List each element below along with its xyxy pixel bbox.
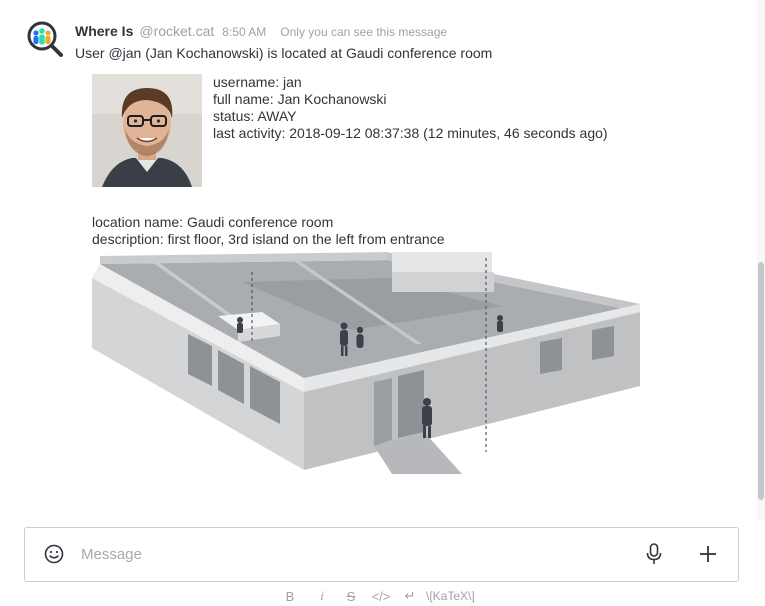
user-fields: username: jan full name: Jan Kochanowski… — [213, 74, 608, 142]
private-notice: Only you can see this message — [280, 25, 448, 39]
message-author[interactable]: Where Is — [75, 23, 133, 39]
message-body: User @jan (Jan Kochanowski) is located a… — [75, 45, 493, 61]
message-time: 8:50 AM — [222, 25, 267, 39]
message-input[interactable] — [81, 540, 621, 568]
code-button[interactable]: </> — [370, 587, 392, 605]
location-name: location name: Gaudi conference room — [92, 214, 334, 230]
scrollbar-thumb[interactable] — [758, 262, 764, 500]
smiley-icon[interactable] — [43, 543, 65, 565]
strike-button[interactable]: S — [340, 587, 362, 605]
location-description: description: first floor, 3rd island on … — [92, 231, 445, 247]
bot-avatar-magnifier-icon[interactable] — [26, 20, 64, 58]
microphone-icon[interactable] — [643, 542, 665, 566]
location-info: location name: Gaudi conference room des… — [92, 214, 445, 248]
field-status: status: AWAY — [213, 108, 297, 124]
field-last-activity: last activity: 2018-09-12 08:37:38 (12 m… — [213, 125, 608, 141]
floor-plan-image[interactable] — [92, 252, 648, 474]
italic-button[interactable]: i — [310, 587, 334, 605]
message-feed: Where Is @rocket.cat 8:50 AM Only you ca… — [0, 0, 757, 520]
message-handle[interactable]: @rocket.cat — [139, 23, 214, 39]
bold-button[interactable]: B — [280, 587, 300, 605]
katex-link[interactable]: \[KaTeX\] — [426, 587, 475, 605]
user-photo — [92, 74, 202, 187]
feed-scrollbar[interactable] — [757, 0, 765, 520]
plus-icon[interactable] — [697, 543, 719, 565]
formatting-toolbar: B i S </> ↵ \[KaTeX\] — [280, 587, 475, 605]
field-username: username: jan — [213, 74, 302, 90]
message-header: Where Is @rocket.cat 8:50 AM Only you ca… — [75, 23, 447, 39]
multiline-button[interactable]: ↵ — [400, 587, 420, 605]
field-full-name: full name: Jan Kochanowski — [213, 91, 387, 107]
message-composer — [24, 527, 739, 582]
